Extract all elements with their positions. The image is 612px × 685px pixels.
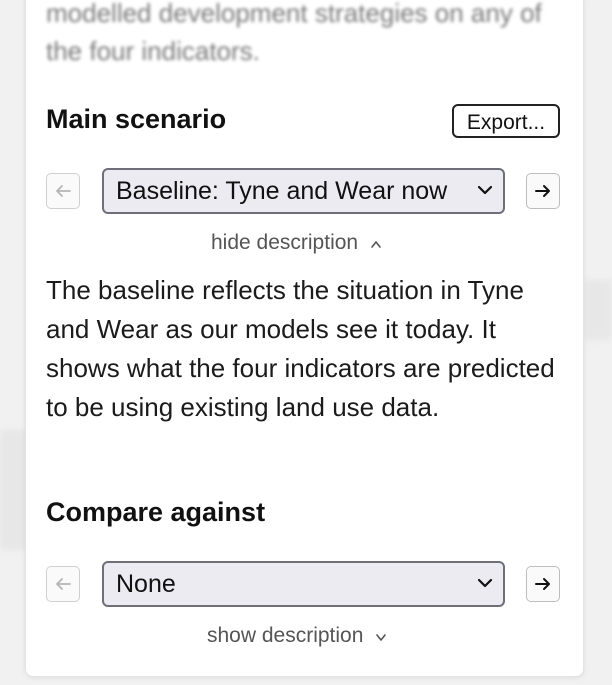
main-scenario-heading: Main scenario: [46, 104, 227, 134]
intro-text: modelled development strategies on any o…: [46, 0, 542, 66]
compare-against-heading: Compare against: [46, 497, 266, 527]
export-button[interactable]: Export...: [452, 104, 560, 138]
scenario-description: The baseline reflects the situation in T…: [46, 275, 555, 422]
chevron-down-icon: [477, 185, 493, 195]
right-arrow-icon: [535, 578, 550, 590]
main-prev-button[interactable]: [46, 173, 80, 209]
compare-prev-button[interactable]: [46, 566, 80, 602]
right-arrow-icon: [535, 185, 550, 197]
chevron-down-small-icon: [375, 624, 391, 648]
left-arrow-icon: [56, 578, 71, 590]
show-description-toggle[interactable]: show description: [207, 624, 391, 648]
chevron-down-icon: [477, 578, 493, 588]
hide-description-toggle[interactable]: hide description: [211, 231, 386, 255]
map-background-block: [585, 280, 612, 340]
chevron-up-icon: [370, 231, 386, 255]
left-arrow-icon: [56, 185, 71, 197]
compare-select[interactable]: None: [102, 561, 505, 607]
main-scenario-selected: Baseline: Tyne and Wear now: [116, 177, 448, 205]
main-next-button[interactable]: [526, 173, 560, 209]
hide-description-label: hide description: [211, 231, 359, 254]
show-description-label: show description: [207, 624, 364, 647]
compare-next-button[interactable]: [526, 566, 560, 602]
compare-selected: None: [116, 570, 176, 598]
main-scenario-select[interactable]: Baseline: Tyne and Wear now: [102, 168, 505, 214]
